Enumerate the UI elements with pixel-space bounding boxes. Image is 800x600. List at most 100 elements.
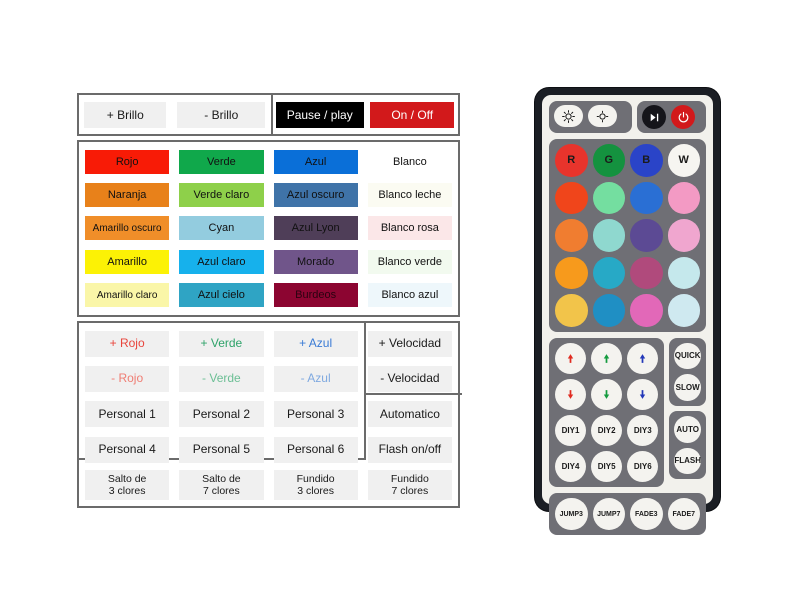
function-button[interactable]: + Velocidad bbox=[367, 330, 452, 357]
remote-color-keypad: RGBW bbox=[549, 139, 706, 332]
function-button[interactable]: Personal 2 bbox=[179, 401, 264, 428]
remote-jump-fade-button[interactable]: JUMP7 bbox=[592, 497, 625, 531]
remote-speed-button[interactable]: SLOW bbox=[674, 374, 701, 401]
remote-rgbw-button[interactable]: B bbox=[630, 144, 663, 177]
function-button[interactable]: + Verde bbox=[179, 330, 264, 357]
remote-jump-fade-button[interactable]: FADE3 bbox=[630, 497, 663, 531]
color-swatch[interactable]: Amarillo claro bbox=[85, 283, 170, 308]
remote-middle-section: DIY1 DIY2 DIY3 DIY4 DIY5 DIY6 QUICK SLOW AUTO F… bbox=[549, 337, 706, 487]
function-button[interactable]: Fundido 3 clores bbox=[273, 470, 358, 501]
color-swatch[interactable]: Blanco rosa bbox=[367, 216, 452, 241]
color-swatch[interactable]: Amarillo oscuro bbox=[85, 216, 170, 241]
remote-arrow-down-icon[interactable] bbox=[627, 378, 659, 410]
remote-color-button[interactable] bbox=[555, 219, 588, 252]
color-swatch-panel: Rojo Verde Azul Blanco Naranja Verde claro Azu… bbox=[77, 140, 460, 317]
color-swatch[interactable]: Azul Lyon bbox=[273, 216, 358, 241]
remote-mode-button[interactable]: AUTO bbox=[674, 415, 701, 443]
remote-color-button[interactable] bbox=[555, 294, 588, 327]
color-swatch[interactable]: Azul cielo bbox=[179, 283, 264, 308]
remote-control: RGBW DIY1 DIY2 DIY3 DIY4 DIY5 DIY6 QUICK SLOW … bbox=[535, 88, 720, 536]
pause-play-button[interactable]: Pause / play bbox=[275, 101, 364, 128]
remote-color-button[interactable] bbox=[555, 181, 588, 214]
color-swatch[interactable]: Burdeos bbox=[273, 283, 358, 308]
function-button[interactable]: Salto de 3 clores bbox=[85, 470, 170, 501]
color-swatch[interactable]: Verde claro bbox=[179, 183, 264, 208]
remote-color-button[interactable] bbox=[667, 294, 700, 327]
power-icon[interactable] bbox=[671, 105, 696, 129]
remote-brightness-group bbox=[549, 101, 633, 133]
color-swatch[interactable]: Blanco verde bbox=[367, 249, 452, 274]
color-swatch[interactable]: Cyan bbox=[179, 216, 264, 241]
remote-power-group bbox=[637, 101, 706, 133]
color-swatch[interactable]: Azul claro bbox=[179, 249, 264, 274]
remote-color-button[interactable] bbox=[630, 256, 663, 289]
brightness-up-icon[interactable] bbox=[554, 105, 583, 127]
function-button[interactable]: - Velocidad bbox=[367, 366, 452, 393]
remote-arrow-down-icon[interactable] bbox=[555, 378, 587, 410]
function-button[interactable]: - Azul bbox=[273, 366, 358, 393]
remote-color-button[interactable] bbox=[667, 256, 700, 289]
remote-arrow-up-icon[interactable] bbox=[627, 342, 659, 374]
remote-arrow-diy-keypad: DIY1 DIY2 DIY3 DIY4 DIY5 DIY6 bbox=[549, 337, 665, 487]
remote-speed-button[interactable]: QUICK bbox=[674, 342, 701, 370]
brightness-down-icon[interactable] bbox=[588, 105, 617, 127]
toolbar-cell-1: - Brillo bbox=[172, 101, 271, 128]
remote-color-button[interactable] bbox=[630, 219, 663, 252]
remote-color-button[interactable] bbox=[592, 219, 625, 252]
color-swatch[interactable]: Blanco leche bbox=[367, 183, 452, 208]
remote-rgbw-button[interactable]: G bbox=[592, 144, 625, 177]
function-button[interactable]: Salto de 7 clores bbox=[179, 470, 264, 501]
remote-diy-button[interactable]: DIY3 bbox=[627, 414, 659, 446]
color-swatch[interactable]: Amarillo bbox=[85, 249, 170, 274]
remote-color-button[interactable] bbox=[592, 256, 625, 289]
function-button[interactable]: - Verde bbox=[179, 366, 264, 393]
function-button[interactable]: Personal 1 bbox=[85, 401, 170, 428]
remote-color-button[interactable] bbox=[667, 219, 700, 252]
function-button[interactable]: Flash on/off bbox=[367, 436, 452, 463]
remote-jump-fade-button[interactable]: FADE7 bbox=[667, 497, 700, 531]
remote-color-button[interactable] bbox=[630, 294, 663, 327]
remote-color-button[interactable] bbox=[592, 181, 625, 214]
color-swatch[interactable]: Verde bbox=[179, 149, 264, 174]
remote-diy-button[interactable]: DIY6 bbox=[627, 450, 659, 482]
remote-diy-button[interactable]: DIY2 bbox=[591, 414, 623, 446]
function-button[interactable]: Personal 3 bbox=[273, 401, 358, 428]
function-button[interactable]: Personal 4 bbox=[85, 436, 170, 463]
function-button[interactable]: Fundido 7 clores bbox=[367, 470, 452, 501]
remote-rgbw-button[interactable]: W bbox=[667, 144, 700, 177]
remote-color-button[interactable] bbox=[630, 181, 663, 214]
color-swatch[interactable]: Morado bbox=[273, 249, 358, 274]
function-button[interactable]: - Rojo bbox=[85, 366, 170, 393]
color-swatch[interactable]: Blanco bbox=[367, 149, 452, 174]
remote-color-grid: RGBW bbox=[555, 144, 700, 327]
function-button[interactable]: + Azul bbox=[273, 330, 358, 357]
function-button[interactable]: Personal 5 bbox=[179, 436, 264, 463]
remote-jump-fade-button[interactable]: JUMP3 bbox=[555, 497, 588, 531]
toolbar-cell-3: On / Off bbox=[366, 101, 458, 128]
remote-arrow-up-icon[interactable] bbox=[591, 342, 623, 374]
color-swatch[interactable]: Rojo bbox=[85, 149, 170, 174]
remote-arrow-up-icon[interactable] bbox=[555, 342, 587, 374]
remote-mode-button[interactable]: FLASH bbox=[674, 447, 701, 475]
remote-diy-button[interactable]: DIY1 bbox=[555, 414, 587, 446]
remote-color-button[interactable] bbox=[667, 181, 700, 214]
remote-diy-button[interactable]: DIY4 bbox=[555, 450, 587, 482]
toolbar-cell-2: Pause / play bbox=[273, 101, 367, 128]
color-swatch[interactable]: Azul oscuro bbox=[273, 183, 358, 208]
on-off-button[interactable]: On / Off bbox=[370, 101, 455, 128]
remote-bezel: RGBW DIY1 DIY2 DIY3 DIY4 DIY5 DIY6 QUICK SLOW … bbox=[542, 95, 713, 536]
remote-arrow-down-icon[interactable] bbox=[591, 378, 623, 410]
brightness-down-button[interactable]: - Brillo bbox=[177, 101, 266, 128]
brightness-up-button[interactable]: + Brillo bbox=[84, 101, 167, 128]
remote-rgbw-button[interactable]: R bbox=[555, 144, 588, 177]
play-pause-icon[interactable] bbox=[642, 105, 667, 129]
remote-diy-button[interactable]: DIY5 bbox=[591, 450, 623, 482]
function-button[interactable]: Personal 6 bbox=[273, 436, 358, 463]
remote-color-button[interactable] bbox=[555, 256, 588, 289]
remote-color-button[interactable] bbox=[592, 294, 625, 327]
color-swatch[interactable]: Naranja bbox=[85, 183, 170, 208]
color-swatch[interactable]: Blanco azul bbox=[367, 283, 452, 308]
color-swatch[interactable]: Azul bbox=[273, 149, 358, 174]
function-button[interactable]: Automatico bbox=[367, 401, 452, 428]
function-button[interactable]: + Rojo bbox=[85, 330, 170, 357]
